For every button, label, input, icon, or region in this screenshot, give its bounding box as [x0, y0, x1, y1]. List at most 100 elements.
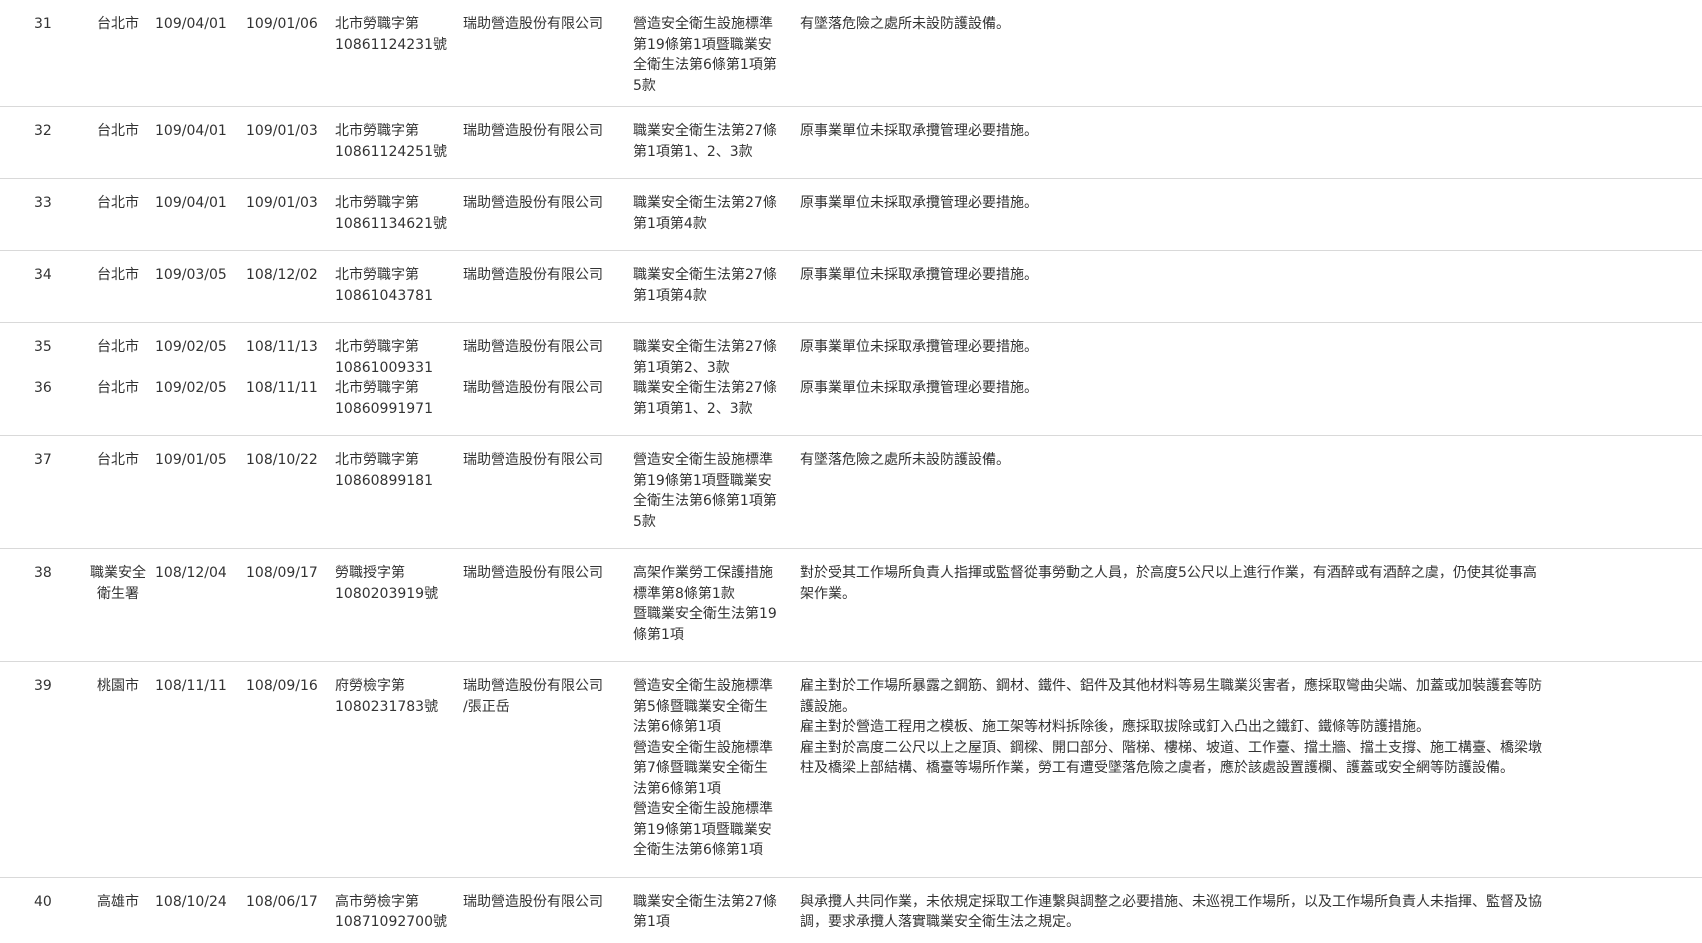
table-row: 35 台北市 109/02/05 108/11/13 北市勞職字第 10861009331… — [0, 322, 1702, 378]
document-number-cell: 北市勞職字第 10861124231號 — [335, 0, 463, 107]
violation-description-cell: 有墜落危險之處所未設防護設備。 — [800, 435, 1702, 549]
document-number-cell: 北市勞職字第 10861124251號 — [335, 106, 463, 179]
document-number-line: 10860991971 — [335, 400, 433, 417]
violated-regulation-line: 職業安全衛生法第27條 — [633, 267, 777, 283]
disposal-date: 109/02/05 — [155, 380, 227, 396]
records-body: 31 台北市 109/04/01 109/01/06 北市勞職字第 10861124231… — [0, 0, 1702, 943]
document-number-line: 1080203919號 — [335, 585, 439, 602]
violation-description-cell: 有墜落危險之處所未設防護設備。 — [800, 0, 1702, 107]
document-number-cell: 北市勞職字第 10861009331 — [335, 322, 463, 378]
violated-regulation-line: 第1項第2、3款 — [633, 359, 730, 376]
company-name-line: 瑞助營造股份有限公司 — [463, 339, 603, 355]
violation-description-line: 柱及橋梁上部結構、橋臺等場所作業，勞工有遭受墜落危險之虞者，應於該處設置護欄、護… — [800, 760, 1514, 776]
violated-regulation-line: 營造安全衛生設施標準 — [633, 739, 773, 756]
issuing-authority-cell: 台北市 — [81, 250, 155, 323]
violated-regulation-line: 第1項第1、2、3款 — [633, 143, 753, 160]
document-number-line: 北市勞職字第 — [335, 16, 419, 32]
inspection-date: 108/11/11 — [246, 380, 318, 396]
table-row: 38 職業安全 衛生署 108/12/04 108/09/17 勞職授字第 10802039… — [0, 548, 1702, 662]
document-number-line: 北市勞職字第 — [335, 123, 419, 139]
issuing-authority-cell: 台北市 — [81, 435, 155, 549]
table-row: 31 台北市 109/04/01 109/01/06 北市勞職字第 10861124231… — [0, 0, 1702, 107]
violation-description-cell: 原事業單位未採取承攬管理必要措施。 — [800, 378, 1702, 436]
violation-description-cell: 原事業單位未採取承攬管理必要措施。 — [800, 322, 1702, 378]
inspection-date-cell: 108/11/13 — [246, 322, 335, 378]
row-number: 38 — [34, 565, 52, 581]
violation-description-line: 原事業單位未採取承攬管理必要措施。 — [800, 123, 1038, 139]
company-name-line: /張正岳 — [463, 698, 510, 715]
issuing-authority-cell: 台北市 — [81, 178, 155, 251]
row-number-cell: 37 — [0, 435, 81, 549]
violation-description-cell: 原事業單位未採取承攬管理必要措施。 — [800, 178, 1702, 251]
document-number-line: 北市勞職字第 — [335, 339, 419, 355]
document-number-line: 10871092700號 — [335, 914, 447, 930]
violated-regulation-line: 暨職業安全衛生法第19 — [633, 606, 777, 622]
disposal-date: 108/10/24 — [155, 893, 227, 910]
row-number: 37 — [34, 452, 52, 468]
table-row: 39 桃園市 108/11/11 108/09/16 府勞檢字第 1080231783號 瑞… — [0, 661, 1702, 877]
violated-regulation-line: 營造安全衛生設施標準 — [633, 452, 773, 468]
violation-description-line: 雇主對於營造工程用之模板、施工架等材料拆除後，應採取拔除或釘入凸出之鐵釘、鐵條等… — [800, 719, 1430, 735]
violation-description-line: 調，要求承攬人落實職業安全衛生法之規定。 — [800, 914, 1080, 930]
issuing-authority: 台北市 — [97, 195, 139, 211]
issuing-authority-line: 衛生署 — [97, 585, 139, 602]
disposal-date-cell: 109/04/01 — [155, 178, 246, 251]
inspection-date-cell: 108/09/17 — [246, 548, 335, 662]
disposal-date-cell: 108/11/11 — [155, 661, 246, 877]
issuing-authority: 高雄市 — [97, 893, 139, 910]
issuing-authority: 台北市 — [97, 452, 139, 468]
company-name-line: 瑞助營造股份有限公司 — [463, 565, 603, 581]
violated-regulation-line: 第7條暨職業安全衛生 — [633, 760, 768, 776]
table-row: 40 高雄市 108/10/24 108/06/17 高市勞檢字第 10871092700… — [0, 876, 1702, 943]
company-name-line: 瑞助營造股份有限公司 — [463, 678, 603, 694]
violation-description-line: 護設施。 — [800, 698, 856, 715]
row-number-cell: 36 — [0, 378, 81, 436]
table-row: 34 台北市 109/03/05 108/12/02 北市勞職字第 10861043781… — [0, 250, 1702, 323]
row-number: 32 — [34, 123, 52, 139]
document-number-line: 10861043781 — [335, 287, 433, 304]
violation-description-line: 對於受其工作場所負責人指揮或監督從事勞動之人員，於高度5公尺以上進行作業，有酒醉… — [800, 565, 1537, 581]
company-name-line: 瑞助營造股份有限公司 — [463, 452, 603, 468]
document-number-line: 北市勞職字第 — [335, 452, 419, 468]
company-name-cell: 瑞助營造股份有限公司 — [463, 548, 633, 662]
disposal-date-cell: 108/10/24 — [155, 876, 246, 943]
company-name-line: 瑞助營造股份有限公司 — [463, 267, 603, 283]
document-number-cell: 高市勞檢字第 10871092700號 — [335, 876, 463, 943]
document-number-line: 10861009331 — [335, 359, 433, 376]
company-name-cell: 瑞助營造股份有限公司 — [463, 322, 633, 378]
violated-regulation-cell: 職業安全衛生法第27條 第1項 — [633, 876, 800, 943]
violated-regulation-cell: 高架作業勞工保護措施 標準第8條第1款 暨職業安全衛生法第19 條第1項 — [633, 548, 800, 662]
violation-description-line: 雇主對於工作場所暴露之鋼筋、鋼材、鐵件、鋁件及其他材料等易生職業災害者，應採取彎… — [800, 678, 1542, 694]
violated-regulation-line: 第19條第1項暨職業安 — [633, 472, 772, 489]
violated-regulation-cell: 營造安全衛生設施標準 第19條第1項暨職業安 全衛生法第6條第1項第 5款 — [633, 0, 800, 107]
row-number-cell: 35 — [0, 322, 81, 378]
inspection-date: 109/01/03 — [246, 123, 318, 139]
document-number-line: 北市勞職字第 — [335, 267, 419, 283]
disposal-date: 109/04/01 — [155, 16, 227, 32]
issuing-authority-cell: 台北市 — [81, 378, 155, 436]
document-number-cell: 北市勞職字第 10860991971 — [335, 378, 463, 436]
violated-regulation-line: 高架作業勞工保護措施 — [633, 565, 773, 581]
row-number-cell: 32 — [0, 106, 81, 179]
violated-regulation-line: 第19條第1項暨職業安 — [633, 821, 772, 838]
row-number: 36 — [34, 380, 52, 396]
violated-regulation-line: 第1項 — [633, 914, 670, 930]
company-name-cell: 瑞助營造股份有限公司 — [463, 0, 633, 107]
inspection-date-cell: 109/01/03 — [246, 106, 335, 179]
inspection-date: 108/12/02 — [246, 267, 318, 283]
inspection-date-cell: 108/10/22 — [246, 435, 335, 549]
inspection-date: 108/06/17 — [246, 893, 318, 910]
issuing-authority: 台北市 — [97, 267, 139, 283]
inspection-date: 109/01/06 — [246, 16, 318, 32]
inspection-date-cell: 109/01/03 — [246, 178, 335, 251]
violated-regulation-line: 第19條第1項暨職業安 — [633, 36, 772, 53]
document-number-line: 1080231783號 — [335, 698, 439, 715]
document-number-line: 10861134621號 — [335, 215, 447, 232]
violated-regulation-line: 第5條暨職業安全衛生 — [633, 698, 768, 715]
violated-regulation-line: 法第6條第1項 — [633, 780, 721, 797]
violation-description-line: 與承攬人共同作業，未依規定採取工作連繫與調整之必要措施、未巡視工作場所，以及工作… — [800, 893, 1542, 910]
table-row: 36 台北市 109/02/05 108/11/11 北市勞職字第 10860991971… — [0, 378, 1702, 436]
violation-description-cell: 對於受其工作場所負責人指揮或監督從事勞動之人員，於高度5公尺以上進行作業，有酒醉… — [800, 548, 1702, 662]
disposal-date-cell: 109/04/01 — [155, 0, 246, 107]
inspection-date: 108/09/16 — [246, 678, 318, 694]
